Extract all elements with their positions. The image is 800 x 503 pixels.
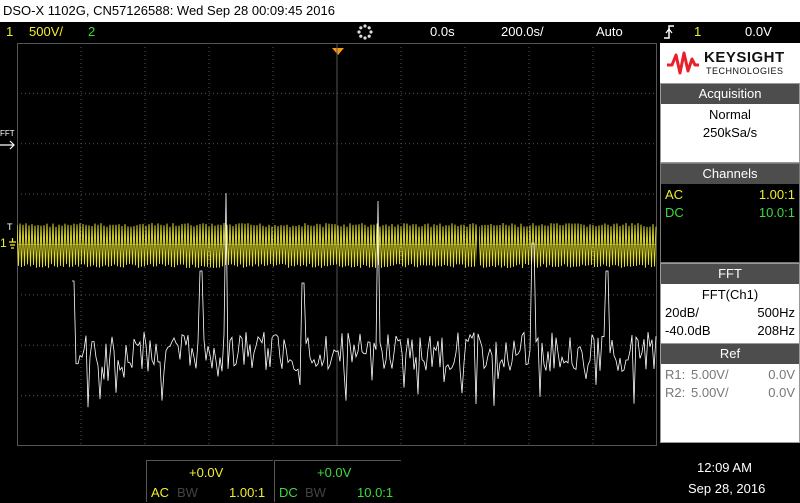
channels-header: Channels: [661, 164, 799, 184]
ch2-offset: +0.0V: [317, 465, 352, 480]
horizontal-delay[interactable]: 0.0s: [430, 22, 455, 42]
ch2-number[interactable]: 2: [88, 22, 95, 42]
ch1-scale-value: 500: [29, 24, 51, 39]
clock-date: Sep 28, 2016: [688, 481, 766, 496]
ref-row[interactable]: R2: 5.00V/ 0.0V: [661, 384, 799, 402]
channel-row[interactable]: AC 1.00:1: [661, 186, 799, 204]
ref1-scale: 5.00V/: [691, 367, 729, 382]
ch1-bw-limit: BW: [177, 485, 198, 500]
ch1-info-box[interactable]: +0.0V AC BW 1.00:1: [146, 460, 273, 502]
fft-scale: 20dB/: [665, 305, 699, 320]
ch1-offset: +0.0V: [189, 465, 224, 480]
keysight-wave-icon: [667, 51, 699, 75]
fft-arrow-icon: [0, 137, 17, 155]
ch1-probe: 1.00:1: [758, 187, 795, 202]
trigger-level[interactable]: 0.0V: [745, 22, 772, 42]
ch1-ground-marker[interactable]: 1: [0, 236, 7, 250]
fft-source: FFT(Ch1): [701, 287, 759, 302]
channels-panel[interactable]: Channels AC 1.00:1 DC 10.0:1: [660, 163, 800, 263]
horizontal-scale[interactable]: 200.0s/: [501, 22, 544, 42]
trigger-source[interactable]: 1: [694, 22, 701, 42]
fft-trace: [72, 192, 657, 408]
ch1-coupling: AC: [665, 187, 684, 202]
acquisition-panel[interactable]: Acquisition Normal 250kSa/s: [660, 83, 800, 163]
trigger-mode[interactable]: Auto: [596, 22, 623, 42]
clock-time: 12:09 AM: [697, 460, 752, 475]
ref1-label: R1:: [665, 367, 686, 382]
ch2-bottom-coupling: DC: [279, 485, 298, 500]
ch1-bottom-coupling: AC: [151, 485, 170, 500]
time-scale-value: 200.0: [501, 24, 534, 39]
waveform-graticule[interactable]: [17, 43, 657, 446]
ch1-ground-icon: [8, 238, 17, 257]
fft-span: 500Hz: [757, 305, 795, 320]
fft-center: 208Hz: [757, 323, 795, 338]
ref2-offset: 0.0V: [768, 385, 795, 400]
ch1-vertical-scale[interactable]: 500V/: [29, 22, 63, 42]
sample-rate: 250kSa/s: [702, 125, 758, 140]
ch1-bottom-probe: 1.00:1: [229, 485, 266, 500]
status-bar: 1 500V/ 2 0.0s 200.0s/ Auto 1 0.0V: [0, 22, 800, 42]
brand-name: KEYSIGHT: [704, 49, 785, 66]
ch2-info-box[interactable]: +0.0V DC BW 10.0:1: [274, 460, 401, 502]
acquisition-header: Acquisition: [661, 84, 799, 104]
ch2-bw-limit: BW: [305, 485, 326, 500]
ch2-probe: 10.0:1: [758, 205, 795, 220]
ref-header: Ref: [661, 344, 799, 364]
fft-header: FFT: [661, 264, 799, 284]
ch2-bottom-probe: 10.0:1: [357, 485, 394, 500]
side-panel: KEYSIGHT TECHNOLOGIES Acquisition Normal…: [660, 43, 800, 443]
ref2-label: R2:: [665, 385, 686, 400]
brand-sub: TECHNOLOGIES: [706, 66, 784, 76]
keysight-logo: KEYSIGHT TECHNOLOGIES: [660, 43, 800, 83]
window-title: DSO-X 1102G, CN57126588: Wed Sep 28 00:0…: [0, 0, 800, 22]
bottom-bar: +0.0V AC BW 1.00:1 +0.0V DC BW 10.0:1 12…: [0, 457, 800, 503]
ref2-scale: 5.00V/: [691, 385, 729, 400]
ref-row[interactable]: R1: 5.00V/ 0.0V: [661, 366, 799, 384]
ref-panel[interactable]: Ref R1: 5.00V/ 0.0V R2: 5.00V/ 0.0V: [660, 343, 800, 443]
acquisition-mode: Normal: [709, 107, 751, 122]
ch1-number[interactable]: 1: [6, 22, 13, 42]
fft-panel[interactable]: FFT FFT(Ch1) 20dB/ 500Hz -40.0dB 208Hz: [660, 263, 800, 345]
ref1-offset: 0.0V: [768, 367, 795, 382]
ch2-coupling: DC: [665, 205, 684, 220]
fft-offset: -40.0dB: [665, 323, 711, 338]
channel-row[interactable]: DC 10.0:1: [661, 204, 799, 222]
trigger-level-marker[interactable]: T: [7, 222, 13, 232]
